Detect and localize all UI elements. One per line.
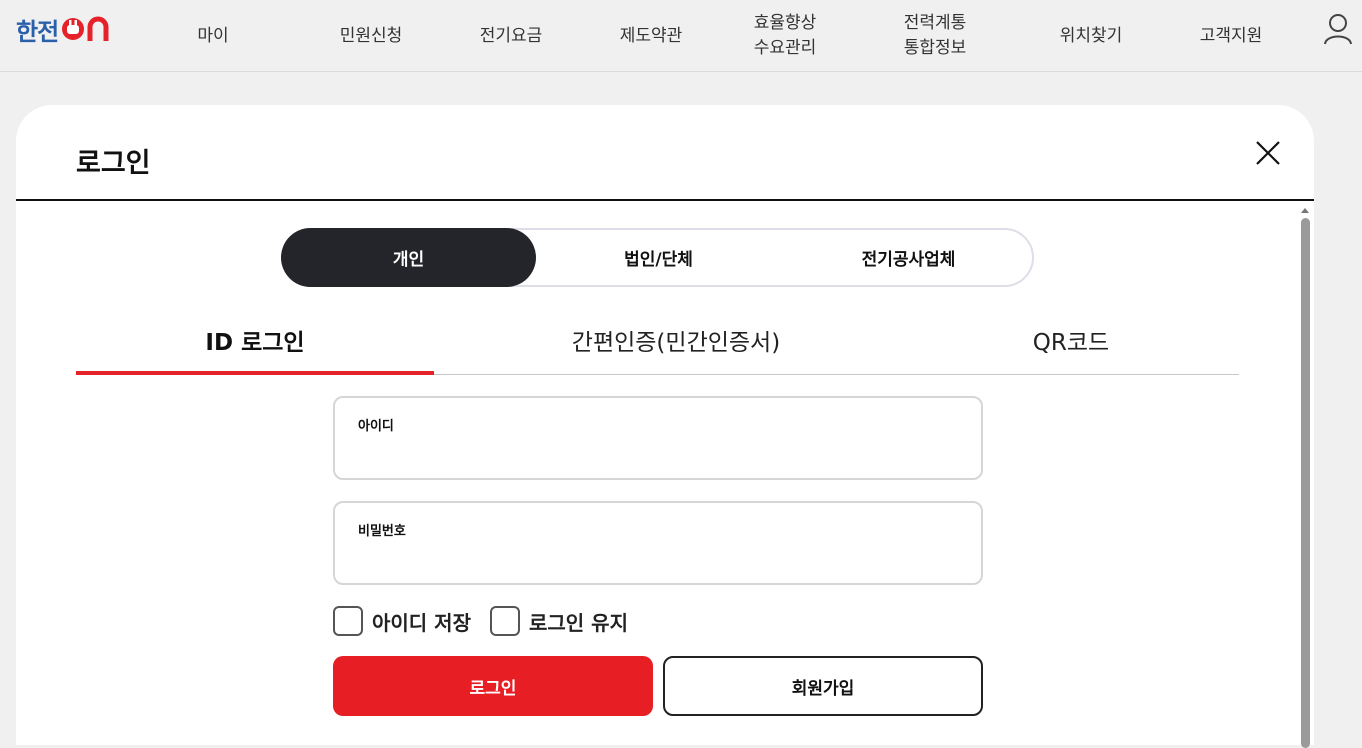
nav-item-grid-info[interactable]: 전력계통 통합정보	[890, 0, 980, 72]
user-icon[interactable]	[1322, 12, 1354, 46]
id-field[interactable]: 아이디	[333, 396, 983, 480]
login-button[interactable]: 로그인	[333, 656, 653, 716]
nav-item-terms[interactable]: 제도약관	[606, 0, 696, 72]
password-field-label: 비밀번호	[358, 524, 406, 539]
signup-button[interactable]: 회원가입	[663, 656, 983, 716]
scroll-up-arrow-icon[interactable]	[1300, 205, 1310, 215]
modal-divider	[16, 199, 1314, 201]
scrollbar-thumb[interactable]	[1301, 218, 1310, 748]
close-icon[interactable]	[1254, 139, 1282, 167]
nav-item-support[interactable]: 고객지원	[1186, 0, 1276, 72]
tab-active-indicator	[76, 371, 434, 375]
password-input[interactable]	[357, 545, 957, 571]
save-id-label: 아이디 저장	[372, 610, 471, 635]
user-type-switch: 개인 법인/단체 전기공사업체	[281, 228, 1034, 287]
top-navigation: 한전 마이 민원신청 전기요금 제도약관 효율향상 수요관리 전력계통 통합정보…	[0, 0, 1362, 72]
nav-item-my[interactable]: 마이	[178, 0, 248, 72]
id-field-label: 아이디	[358, 419, 394, 434]
segment-corporation[interactable]: 법인/단체	[536, 228, 781, 287]
logo-on-mark	[62, 16, 109, 41]
tab-simple-auth[interactable]: 간편인증(민간인증서)	[476, 320, 876, 360]
id-input[interactable]	[357, 440, 957, 466]
nav-item-efficiency[interactable]: 효율향상 수요관리	[740, 0, 830, 72]
save-id-checkbox[interactable]: 아이디 저장	[333, 605, 471, 637]
nav-item-civil-request[interactable]: 민원신청	[326, 0, 416, 72]
modal-title: 로그인	[76, 148, 151, 179]
password-field[interactable]: 비밀번호	[333, 501, 983, 585]
keep-login-checkbox-box[interactable]	[490, 606, 520, 636]
save-id-checkbox-box[interactable]	[333, 606, 363, 636]
kepco-on-logo[interactable]: 한전	[16, 14, 114, 46]
keep-login-label: 로그인 유지	[529, 610, 628, 635]
logo-text: 한전	[16, 17, 59, 46]
tab-id-login[interactable]: ID 로그인	[76, 320, 434, 360]
nav-item-electric-bill[interactable]: 전기요금	[466, 0, 556, 72]
login-modal: 로그인 개인 법인/단체 전기공사업체 ID 로그인 간편인증(민간인증서) Q…	[16, 105, 1314, 748]
keep-login-checkbox[interactable]: 로그인 유지	[490, 605, 628, 637]
segment-contractor[interactable]: 전기공사업체	[781, 228, 1036, 287]
tab-qr-code[interactable]: QR코드	[916, 320, 1226, 360]
segment-personal[interactable]: 개인	[281, 228, 536, 287]
nav-item-location[interactable]: 위치찾기	[1046, 0, 1136, 72]
